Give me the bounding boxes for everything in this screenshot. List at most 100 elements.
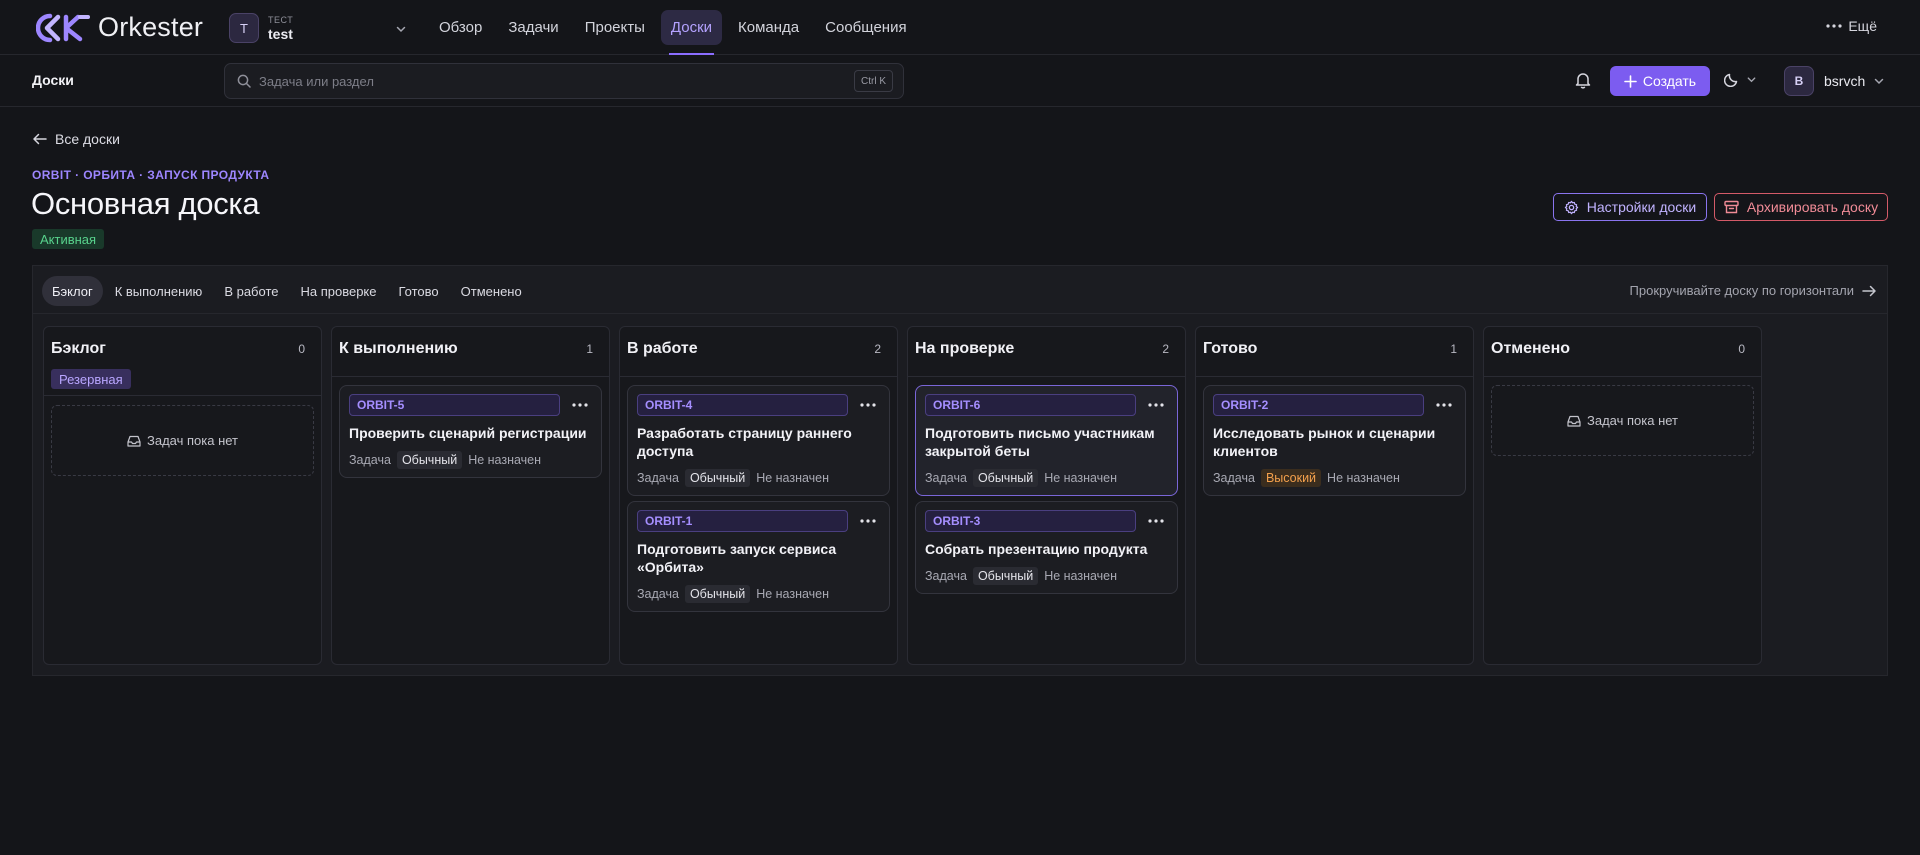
nav-tab-team[interactable]: Команда [728, 10, 809, 45]
filter-todo[interactable]: К выполнению [105, 276, 213, 306]
archive-icon [1724, 200, 1739, 214]
workspace-name: test [268, 25, 293, 42]
create-label: Создать [1642, 73, 1697, 89]
task-key[interactable]: ORBIT-1 [637, 510, 848, 532]
arrow-right-icon [1862, 285, 1876, 296]
theme-toggle[interactable] [1724, 71, 1757, 87]
task-title: Разработать страницу раннего доступа [637, 425, 852, 459]
empty-text: Задач пока нет [146, 433, 238, 448]
filter-done[interactable]: Готово [389, 276, 449, 306]
search-input[interactable] [259, 73, 819, 89]
breadcrumb: ORBIT · ОРБИТА · ЗАПУСК ПРОДУКТА [32, 168, 270, 182]
chevron-down-icon [1874, 78, 1884, 85]
task-card[interactable]: ORBIT-1 Подготовить запуск сервиса «Орби… [627, 501, 890, 612]
column-title: Отменено [1491, 340, 1571, 357]
archive-board-label: Архивировать доску [1746, 199, 1879, 215]
task-key[interactable]: ORBIT-5 [349, 394, 560, 416]
user-menu[interactable]: B bsrvch [1784, 66, 1885, 96]
task-assignee: Не назначен [1044, 569, 1118, 583]
task-key[interactable]: ORBIT-4 [637, 394, 848, 416]
column-todo: К выполнению 1 ORBIT-5 Проверить сценари… [331, 326, 610, 665]
nav-tab-projects[interactable]: Проекты [575, 10, 655, 45]
status-badge: Активная [32, 229, 105, 249]
task-key[interactable]: ORBIT-2 [1213, 394, 1424, 416]
task-assignee: Не назначен [468, 453, 542, 467]
notifications-button[interactable] [1574, 71, 1592, 89]
column-tag: Резервная [51, 369, 131, 389]
task-card[interactable]: ORBIT-5 Проверить сценарий регистрации З… [339, 385, 602, 478]
user-name: bsrvch [1824, 73, 1866, 89]
search-icon [237, 74, 251, 88]
inbox-icon [127, 435, 141, 447]
filter-cancelled[interactable]: Отменено [451, 276, 532, 306]
card-menu-button[interactable] [568, 394, 592, 416]
nav-tab-messages[interactable]: Сообщения [815, 10, 916, 45]
empty-state: Задач пока нет [1491, 385, 1754, 456]
logo[interactable]: Orkester [36, 12, 203, 43]
filter-backlog[interactable]: Бэклог [42, 276, 103, 306]
filter-in-progress[interactable]: В работе [214, 276, 288, 306]
column-title: В работе [627, 340, 698, 357]
column-cancelled: Отменено 0 Задач пока нет [1483, 326, 1762, 665]
task-priority: Обычный [972, 567, 1039, 585]
nav-tab-tasks[interactable]: Задачи [498, 10, 568, 45]
card-menu-button[interactable] [1144, 510, 1168, 532]
task-title: Исследовать рынок и сценарии клиентов [1213, 425, 1436, 459]
card-menu-button[interactable] [1144, 394, 1168, 416]
column-header: Отменено 0 [1484, 327, 1761, 377]
task-key[interactable]: ORBIT-3 [925, 510, 1136, 532]
task-priority: Обычный [396, 451, 463, 469]
task-title: Проверить сценарий регистрации [349, 425, 587, 441]
task-card[interactable]: ORBIT-6 Подготовить письмо участникам за… [915, 385, 1178, 496]
workspace-switcher[interactable]: T ТЕСТ test [229, 13, 406, 43]
task-card[interactable]: ORBIT-3 Собрать презентацию продукта Зад… [915, 501, 1178, 594]
filter-review[interactable]: На проверке [290, 276, 386, 306]
card-menu-button[interactable] [1432, 394, 1456, 416]
column-header: На проверке 2 [908, 327, 1185, 377]
column-filter-bar: Бэклог К выполнению В работе На проверке… [33, 266, 1887, 314]
nav-tab-overview[interactable]: Обзор [429, 10, 492, 45]
column-title: Готово [1203, 340, 1258, 357]
workspace-label: ТЕСТ [268, 14, 294, 25]
column-done: Готово 1 ORBIT-2 Исследовать рынок и сце… [1195, 326, 1474, 665]
column-count: 1 [586, 342, 593, 356]
gear-icon [1564, 200, 1578, 214]
task-key[interactable]: ORBIT-6 [925, 394, 1136, 416]
column-count: 0 [298, 342, 305, 356]
task-assignee: Не назначен [756, 587, 830, 601]
more-dots-icon [1826, 24, 1842, 28]
workspace-avatar: T [229, 13, 259, 43]
task-card[interactable]: ORBIT-4 Разработать страницу раннего дос… [627, 385, 890, 496]
card-menu-button[interactable] [856, 394, 880, 416]
main-nav-tabs: Обзор Задачи Проекты Доски Команда Сообщ… [429, 10, 917, 55]
board-settings-button[interactable]: Настройки доски [1553, 193, 1707, 221]
search-box[interactable]: Ctrl K [224, 63, 904, 99]
more-dots-icon [860, 519, 876, 523]
task-type: Задача [637, 471, 679, 485]
column-header: Готово 1 [1196, 327, 1473, 377]
column-header: В работе 2 [620, 327, 897, 377]
chevron-down-icon [1747, 76, 1756, 82]
column-review: На проверке 2 ORBIT-6 Подготовить письмо… [907, 326, 1186, 665]
archive-board-button[interactable]: Архивировать доску [1714, 193, 1888, 221]
more-menu-button[interactable]: Ещё [1826, 18, 1877, 34]
card-menu-button[interactable] [856, 510, 880, 532]
more-label: Ещё [1848, 18, 1877, 34]
brand-name: Orkester [98, 12, 204, 42]
task-assignee: Не назначен [1327, 471, 1400, 485]
section-title: Доски [32, 72, 74, 88]
task-assignee: Не назначен [1044, 471, 1118, 485]
chevron-down-icon [396, 26, 406, 33]
task-priority: Высокий [1260, 469, 1322, 487]
column-backlog: Бэклог 0 Резервная Задач пока нет [43, 326, 322, 665]
scroll-hint: Прокручивайте доску по горизонтали [1630, 283, 1877, 298]
create-button[interactable]: Создать [1610, 66, 1710, 96]
task-card[interactable]: ORBIT-2 Исследовать рынок и сценарии кли… [1203, 385, 1466, 496]
column-in-progress: В работе 2 ORBIT-4 Разработать страницу … [619, 326, 898, 665]
column-header: Бэклог 0 Резервная [44, 327, 321, 396]
bell-icon [1575, 73, 1591, 89]
back-link[interactable]: Все доски [32, 131, 120, 147]
nav-tab-boards[interactable]: Доски [660, 10, 723, 55]
kanban-board: Бэклог К выполнению В работе На проверке… [32, 265, 1888, 676]
task-title: Подготовить запуск сервиса «Орбита» [637, 541, 837, 575]
